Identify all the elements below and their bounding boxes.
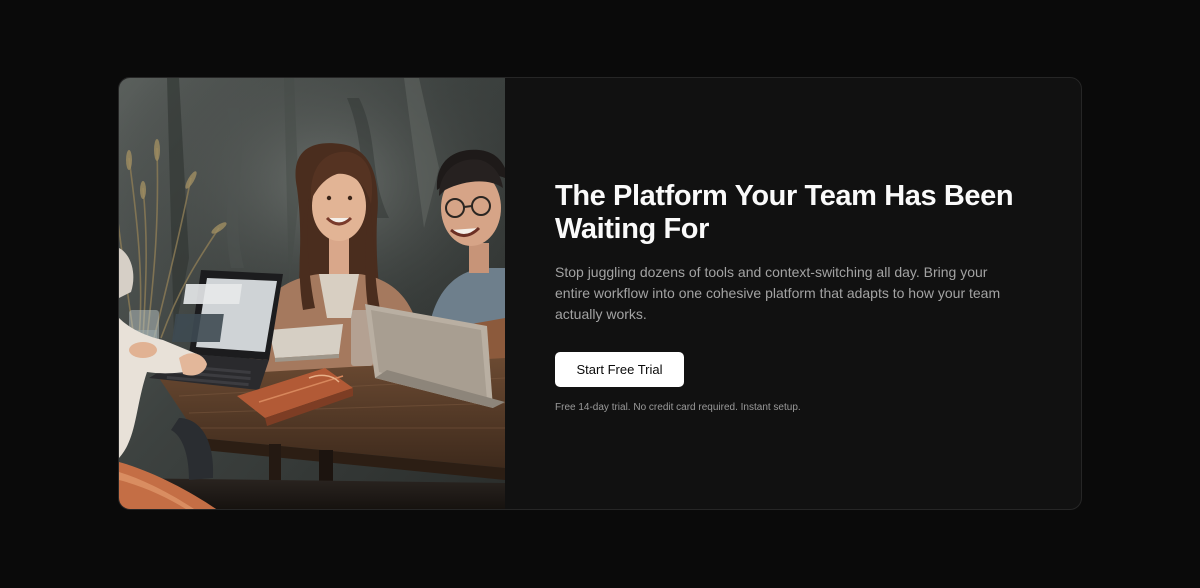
hero-content: The Platform Your Team Has Been Waiting … [505, 78, 1081, 509]
trial-note: Free 14-day trial. No credit card requir… [555, 402, 801, 413]
team-photo [119, 78, 505, 509]
hero-description: Stop juggling dozens of tools and contex… [555, 264, 1001, 322]
hero-card: The Platform Your Team Has Been Waiting … [118, 77, 1082, 510]
start-free-trial-button[interactable]: Start Free Trial [555, 352, 684, 387]
page: The Platform Your Team Has Been Waiting … [0, 0, 1200, 588]
hero-headline: The Platform Your Team Has Been Waiting … [555, 180, 1014, 245]
team-photo-illustration [119, 78, 505, 509]
